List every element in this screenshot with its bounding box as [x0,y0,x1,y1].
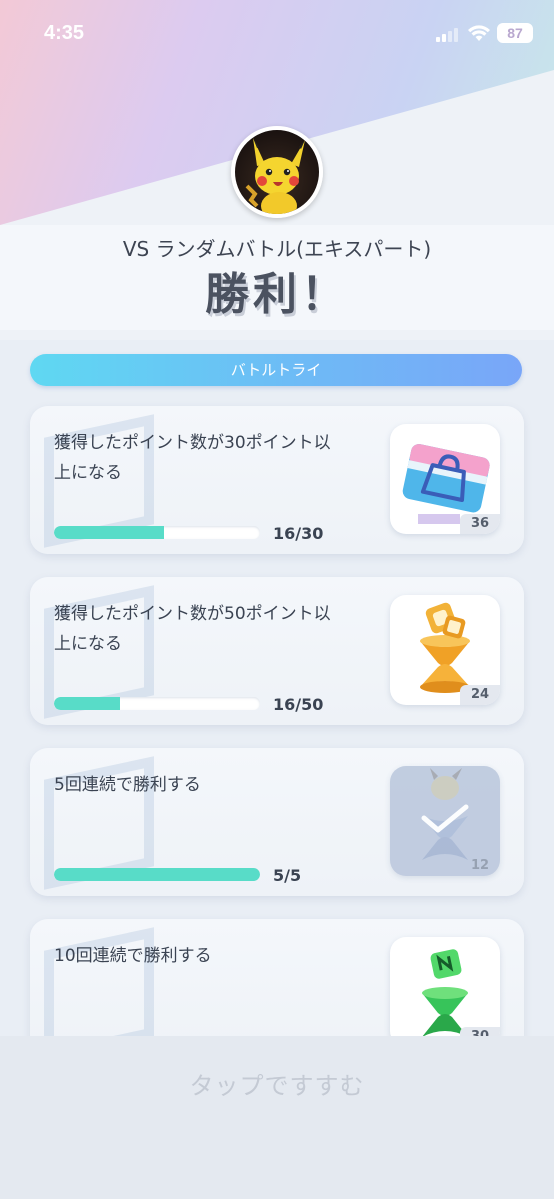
mission-text-line: 獲得したポイント数が30ポイント以 [54,433,331,453]
mission-text-line: 獲得したポイント数が50ポイント以 [54,604,331,624]
cellular-signal-icon [436,28,458,42]
player-avatar [231,126,323,218]
mission-progress-text: 16/30 [273,524,324,543]
mission-text: 5回連続で勝利する [54,770,384,800]
check-icon [421,804,469,833]
battery-indicator: 87 [497,23,533,43]
mission-text: 獲得したポイント数が30ポイント以 上になる [54,428,384,488]
mission-progress-fill [54,526,164,539]
status-bar: 4:35 87 [0,0,554,60]
mission-progress-fill [54,868,260,881]
mission-progress-text: 16/50 [273,695,324,714]
mission-reward[interactable]: 24 [390,595,500,705]
mission-text-line: 上になる [54,463,122,483]
mission-reward[interactable]: 36 [390,424,500,534]
mission-card[interactable]: 獲得したポイント数が50ポイント以 上になる 16/50 24 [30,577,524,725]
mission-progress-fill [54,697,120,710]
pikachu-icon [245,138,305,214]
status-time: 4:35 [44,22,85,44]
battle-result-title: 勝利！ [205,269,349,320]
mission-progress-bar [54,868,260,881]
mission-reward[interactable]: 12 [390,766,500,876]
mission-progress-bar [54,526,260,539]
mission-text-line: 5回連続で勝利する [54,775,201,795]
mission-progress-text: 5/5 [273,866,302,885]
mission-progress-bar [54,697,260,710]
reward-count: 36 [460,514,500,534]
mission-text: 10回連続で勝利する [54,941,384,971]
mission-text-line: 上になる [54,634,122,654]
mission-text: 獲得したポイント数が50ポイント以 上になる [54,599,384,659]
tap-to-continue-button[interactable]: タップですすむ [0,1066,554,1101]
reward-count: 24 [460,685,500,705]
mission-text-line: 10回連続で勝利する [54,946,212,966]
wifi-icon [468,25,490,41]
footer-bar[interactable] [0,1036,554,1199]
reward-count: 12 [470,858,490,873]
battle-try-section-header: バトルトライ [30,354,522,386]
mission-card[interactable]: 獲得したポイント数が30ポイント以 上になる 16/30 36 [30,406,524,554]
mission-reward[interactable]: 30 [390,937,500,1047]
mission-card[interactable]: 5回連続で勝利する 5/5 12 [30,748,524,896]
